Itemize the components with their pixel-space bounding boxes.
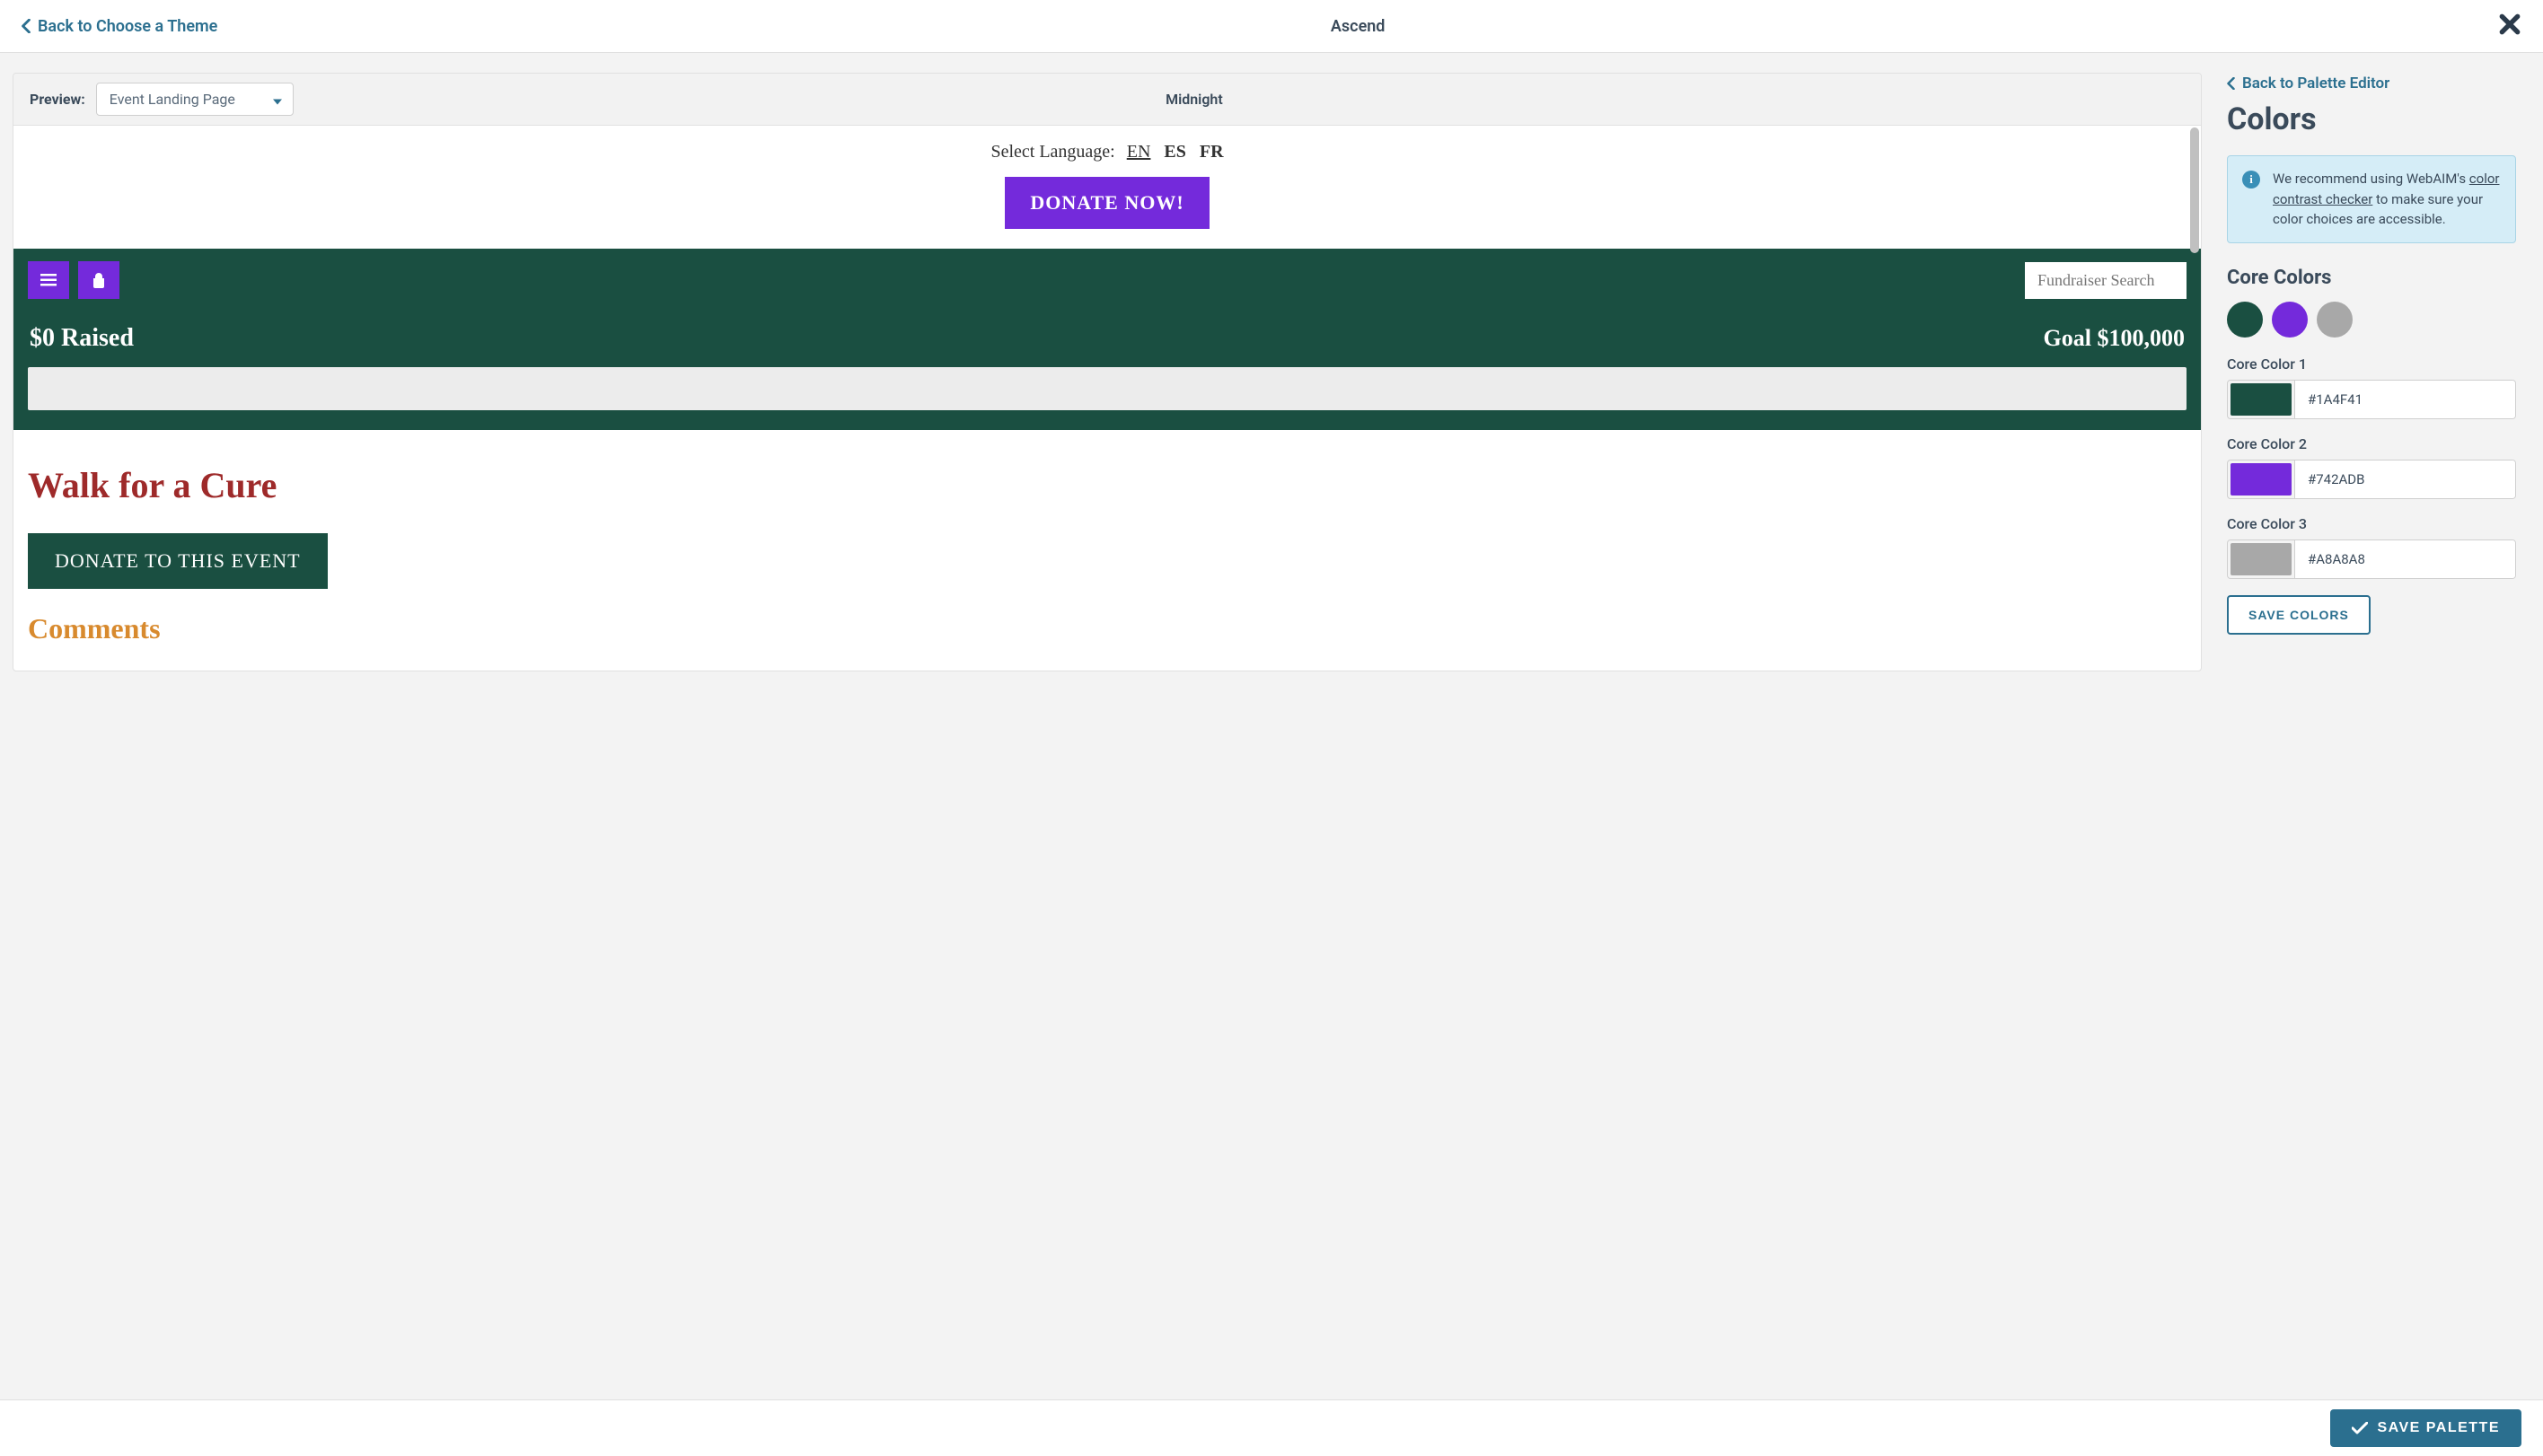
preview-select-value: Event Landing Page [110, 91, 235, 108]
preview-header: Preview: Event Landing Page Midnight [13, 74, 2201, 126]
scrollbar-thumb[interactable] [2190, 127, 2199, 253]
core-color-2-input[interactable] [2294, 460, 2515, 498]
language-row: Select Language: EN ES FR [13, 126, 2201, 171]
fundraiser-search-input[interactable] [2025, 262, 2187, 299]
footer-spacer [0, 691, 2543, 754]
menu-button[interactable] [28, 261, 69, 299]
save-palette-label: SAVE PALETTE [2377, 1420, 2500, 1436]
progress-bar [28, 367, 2187, 410]
palette-column: Back to Palette Editor Colors i We recom… [2202, 53, 2543, 691]
hero-section: $0 Raised Goal $100,000 [13, 249, 2201, 430]
chevron-left-icon [22, 19, 31, 33]
save-palette-button[interactable]: SAVE PALETTE [2330, 1409, 2521, 1447]
core-color-2-label: Core Color 2 [2227, 435, 2516, 452]
core-color-1-input[interactable] [2294, 381, 2515, 418]
caret-down-icon [273, 91, 282, 108]
hero-toolbar [28, 261, 2187, 299]
core-color-3-chip[interactable] [2231, 543, 2292, 575]
hero-stats: $0 Raised Goal $100,000 [28, 299, 2187, 367]
event-body: Walk for a Cure DONATE TO THIS EVENT Com… [13, 430, 2201, 671]
save-colors-button[interactable]: SAVE COLORS [2227, 595, 2371, 635]
lang-fr[interactable]: FR [1200, 142, 1224, 162]
info-box: i We recommend using WebAIM's color cont… [2227, 155, 2516, 243]
core-color-1-label: Core Color 1 [2227, 355, 2516, 373]
donate-now-wrap: DONATE NOW! [13, 171, 2201, 249]
preview-theme-name: Midnight [294, 91, 2185, 108]
core-color-2-chip[interactable] [2231, 463, 2292, 496]
close-button[interactable] [2498, 13, 2521, 39]
goal-amount: Goal $100,000 [2044, 325, 2185, 352]
core-color-1-row [2227, 380, 2516, 419]
lang-es[interactable]: ES [1164, 142, 1185, 162]
back-to-palette-label: Back to Palette Editor [2242, 75, 2389, 92]
core-color-3-row [2227, 539, 2516, 579]
info-icon: i [2242, 171, 2260, 189]
core-swatches [2227, 302, 2516, 338]
donate-to-event-button[interactable]: DONATE TO THIS EVENT [28, 533, 328, 589]
lock-icon [91, 272, 107, 288]
close-icon [2498, 13, 2521, 36]
language-label: Select Language: [990, 142, 1114, 162]
footer-bar: SAVE PALETTE [0, 1399, 2543, 1456]
hamburger-icon [40, 272, 57, 288]
preview-page-select[interactable]: Event Landing Page [96, 83, 294, 116]
core-color-1-chip[interactable] [2231, 383, 2292, 416]
core-color-3-input[interactable] [2294, 540, 2515, 578]
top-bar: Back to Choose a Theme Ascend [0, 0, 2543, 53]
comments-heading: Comments [28, 612, 2187, 645]
colors-heading: Colors [2227, 101, 2516, 137]
swatch-2[interactable] [2272, 302, 2308, 338]
lang-en[interactable]: EN [1127, 142, 1151, 162]
page-title: Ascend [1331, 17, 1386, 36]
amount-raised: $0 Raised [30, 324, 134, 353]
main-layout: Preview: Event Landing Page Midnight Sel… [0, 53, 2543, 691]
swatch-1[interactable] [2227, 302, 2263, 338]
core-colors-heading: Core Colors [2227, 267, 2516, 289]
check-icon [2352, 1422, 2368, 1434]
back-to-theme-link[interactable]: Back to Choose a Theme [22, 17, 217, 36]
back-to-theme-label: Back to Choose a Theme [38, 17, 217, 36]
core-color-3-label: Core Color 3 [2227, 515, 2516, 532]
preview-column: Preview: Event Landing Page Midnight Sel… [0, 53, 2202, 691]
back-to-palette-link[interactable]: Back to Palette Editor [2227, 75, 2516, 92]
donate-now-button[interactable]: DONATE NOW! [1005, 177, 1209, 229]
preview-scrollbar[interactable] [2188, 126, 2201, 671]
chevron-left-icon [2227, 77, 2235, 90]
core-color-2-row [2227, 460, 2516, 499]
swatch-3[interactable] [2317, 302, 2353, 338]
lock-button[interactable] [78, 261, 119, 299]
preview-panel: Preview: Event Landing Page Midnight Sel… [13, 73, 2202, 671]
info-prefix: We recommend using WebAIM's [2273, 171, 2469, 187]
preview-label: Preview: [30, 91, 85, 108]
event-title: Walk for a Cure [28, 464, 2187, 506]
preview-body: Select Language: EN ES FR DONATE NOW! [13, 126, 2201, 671]
info-text: We recommend using WebAIM's color contra… [2273, 169, 2501, 230]
